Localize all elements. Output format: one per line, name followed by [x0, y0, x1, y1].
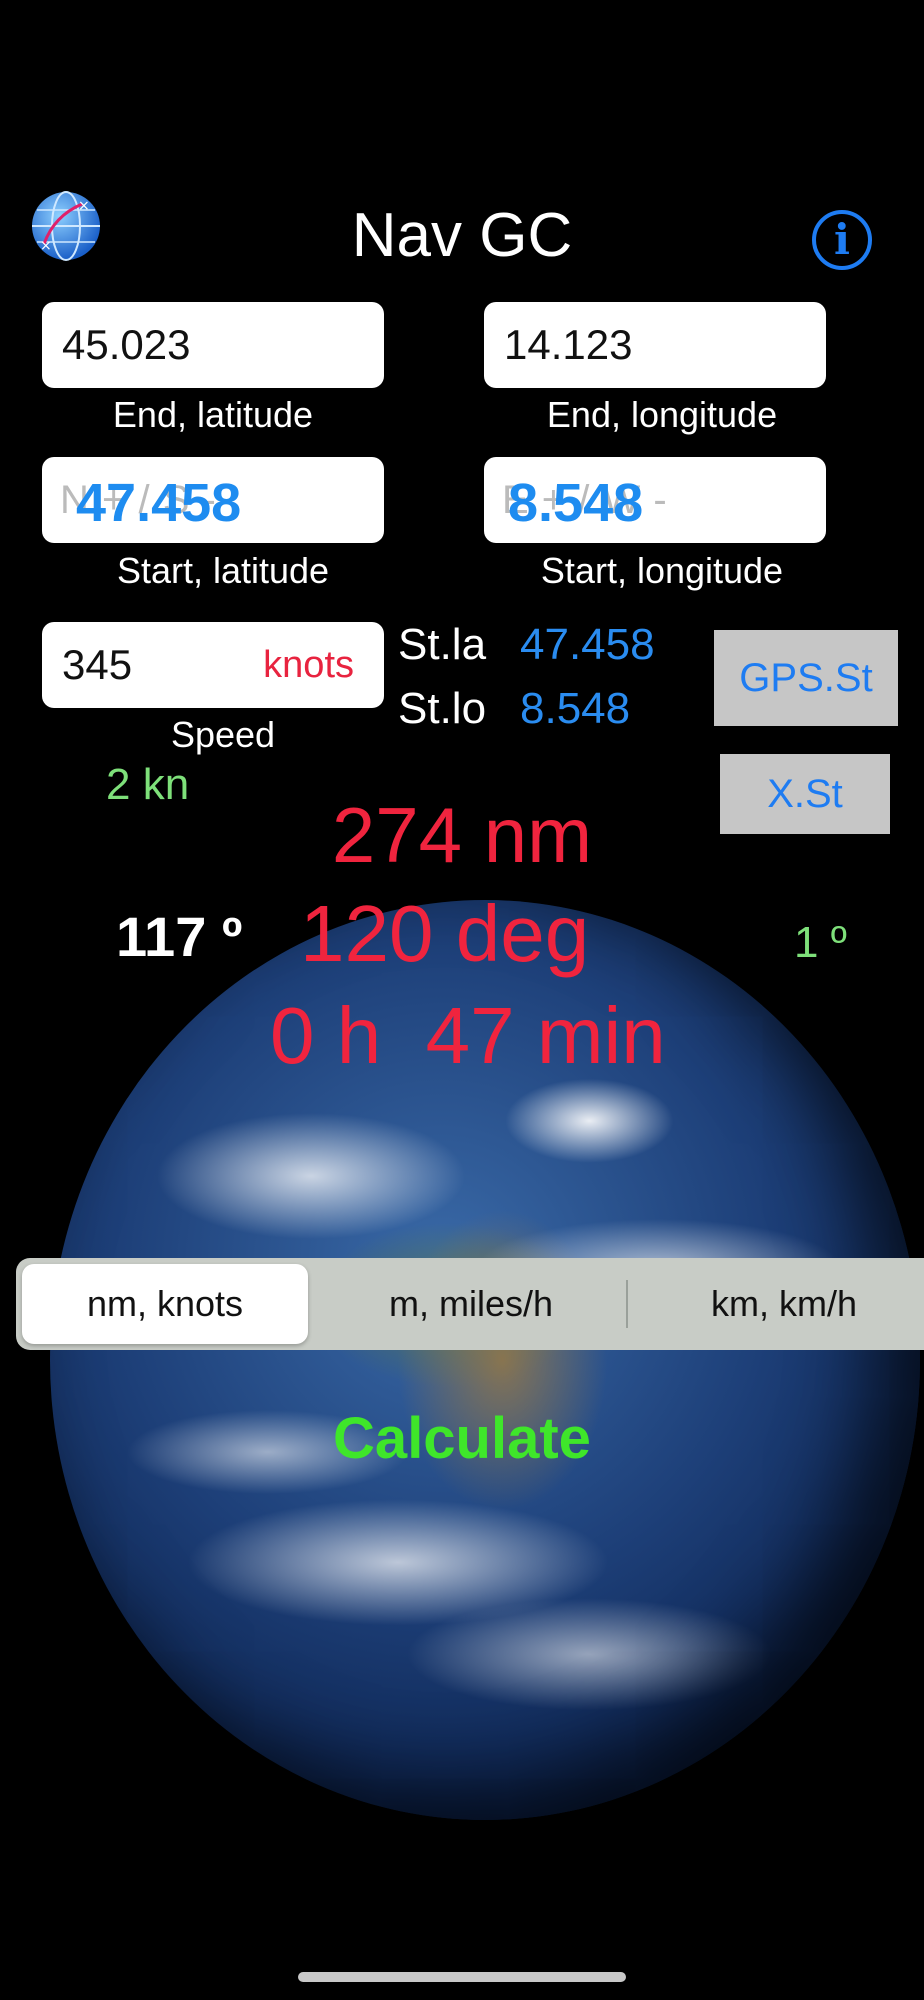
page-title: Nav GC [351, 201, 573, 270]
segment-nm-knots[interactable]: nm, knots [22, 1258, 308, 1350]
deviation-readout: 1 º [794, 918, 847, 967]
current-longitude-value: 8.548 [520, 684, 631, 733]
course-result: 120 deg [300, 889, 590, 978]
end-longitude-value: 14.123 [504, 321, 633, 368]
speed-label: Speed [170, 714, 276, 755]
start-latitude-label: Start, latitude [116, 550, 330, 591]
start-longitude-label: Start, longitude [540, 550, 784, 591]
start-longitude-value: 8.548 [508, 473, 644, 533]
info-icon[interactable]: i [812, 210, 872, 270]
units-segmented-control[interactable]: nm, knots m, miles/h km, km/h [16, 1258, 924, 1350]
end-longitude-field[interactable]: 14.123 [484, 302, 826, 388]
home-indicator[interactable] [298, 1972, 626, 1982]
start-longitude-field[interactable]: E + / W - 8.548 [484, 457, 826, 543]
current-latitude-value: 47.458 [520, 620, 655, 669]
speed-value: 345 [62, 641, 133, 688]
heading-readout: 117 º [116, 905, 243, 968]
end-latitude-field[interactable]: 45.023 [42, 302, 384, 388]
speed-unit-label: knots [263, 644, 354, 686]
start-latitude-value: 47.458 [76, 473, 242, 533]
calculate-button[interactable]: Calculate [0, 1405, 924, 1472]
start-latitude-field[interactable]: N + / S - 47.458 [42, 457, 384, 543]
segment-miles[interactable]: m, miles/h [316, 1258, 626, 1350]
time-result: 0 h 47 min [270, 991, 666, 1080]
gps-start-button[interactable]: GPS.St [714, 630, 898, 726]
current-latitude-label: St.la [398, 620, 487, 669]
end-latitude-value: 45.023 [62, 321, 191, 368]
end-longitude-label: End, longitude [546, 394, 778, 435]
end-latitude-label: End, latitude [112, 394, 314, 435]
distance-result: 274 nm [331, 791, 593, 879]
current-longitude-label: St.lo [398, 684, 487, 733]
segment-km[interactable]: km, km/h [628, 1258, 924, 1350]
speed-field[interactable]: 345 knots [42, 622, 384, 708]
